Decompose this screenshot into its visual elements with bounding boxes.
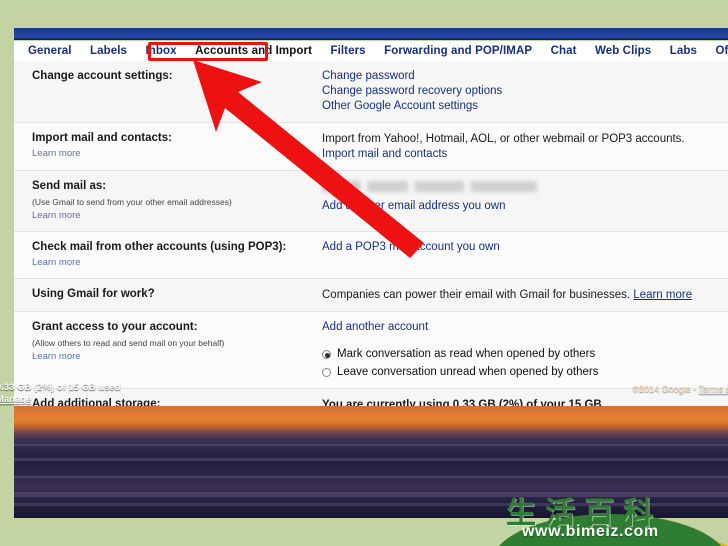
row-label-column: Send mail as: (Use Gmail to send from yo… (32, 179, 322, 223)
settings-tab-bar[interactable]: General Labels Inbox Accounts and Import… (14, 41, 728, 61)
other-google-account-settings-link[interactable]: Other Google Account settings (322, 99, 716, 114)
row-import-mail-and-contacts: Import mail and contacts: Learn more Imp… (14, 123, 728, 171)
row-value-column: Add another account Mark conversation as… (322, 320, 716, 380)
tab-chat[interactable]: Chat (551, 41, 577, 61)
row-change-account-settings: Change account settings: Change password… (14, 61, 728, 123)
check-mail-label: Check mail from other accounts (using PO… (32, 241, 287, 253)
row-value-column: Companies can power their email with Gma… (322, 287, 716, 303)
browser-chrome-bar (14, 28, 728, 40)
row-send-mail-as: Send mail as: (Use Gmail to send from yo… (14, 171, 728, 232)
footer-copyright-text: ©2014 Google - (632, 384, 699, 394)
import-mail-and-contacts-link[interactable]: Import mail and contacts (322, 147, 716, 162)
row-value-column: Add a POP3 mail account you own (322, 240, 716, 270)
radio-option-mark-read[interactable]: Mark conversation as read when opened by… (322, 346, 716, 362)
row-check-mail-pop3: Check mail from other accounts (using PO… (14, 232, 728, 279)
add-another-email-address-link[interactable]: Add another email address you own (322, 199, 716, 214)
tab-labs[interactable]: Labs (670, 41, 697, 61)
tab-inbox[interactable]: Inbox (145, 41, 176, 61)
tab-accounts-and-import[interactable]: Accounts and Import (195, 41, 312, 61)
tab-labels[interactable]: Labels (90, 41, 127, 61)
row-value-column: You are currently using 0.33 GB (2%) of … (322, 397, 716, 406)
footer-storage-status: 0.33 GB (2%) of 15 GB used Manage (0, 382, 121, 406)
radio-button-icon-selected[interactable] (322, 349, 331, 359)
import-mail-learn-more-link[interactable]: Learn more (32, 146, 314, 161)
settings-content: Change account settings: Change password… (14, 61, 728, 406)
row-value-column: Import from Yahoo!, Hotmail, AOL, or oth… (322, 131, 716, 162)
watermark-url-text: www.bimeiz.com (522, 523, 659, 540)
check-mail-learn-more-link[interactable]: Learn more (32, 255, 314, 270)
gmail-for-work-label: Using Gmail for work? (32, 288, 155, 300)
row-label-column: Grant access to your account: (Allow oth… (32, 320, 322, 380)
tab-web-clips[interactable]: Web Clips (595, 41, 651, 61)
footer-terms-link[interactable]: Terms & P (698, 384, 728, 394)
grant-access-learn-more-link[interactable]: Learn more (32, 349, 314, 364)
grant-access-label: Grant access to your account: (32, 321, 198, 333)
footer-manage-link[interactable]: Manage (0, 394, 121, 406)
site-watermark: 生活百科 www.bimeiz.com (492, 490, 728, 546)
row-label-column: Check mail from other accounts (using PO… (32, 240, 322, 270)
tab-filters[interactable]: Filters (330, 41, 365, 61)
change-password-link[interactable]: Change password (322, 69, 716, 84)
row-add-additional-storage: Add additional storage: You are currentl… (14, 389, 728, 406)
tab-forwarding-and-pop-imap[interactable]: Forwarding and POP/IMAP (384, 41, 532, 61)
row-label-column: Change account settings: (32, 69, 322, 114)
import-mail-label: Import mail and contacts: (32, 132, 172, 144)
footer-copyright: ©2014 Google - Terms & P (632, 383, 728, 395)
radio-option-leave-unread[interactable]: Leave conversation unread when opened by… (322, 364, 716, 380)
grant-access-note: (Allow others to read and send mail on y… (32, 338, 225, 348)
gmail-for-work-description-wrapper: Companies can power their email with Gma… (322, 287, 716, 303)
gmail-for-work-learn-more-link[interactable]: Learn more (633, 289, 692, 301)
send-mail-as-address-redacted (322, 181, 537, 192)
send-mail-as-learn-more-link[interactable]: Learn more (32, 208, 314, 223)
send-mail-as-label: Send mail as: (32, 180, 107, 192)
tab-offline[interactable]: Offline (715, 41, 728, 61)
send-mail-as-note: (Use Gmail to send from your other email… (32, 197, 232, 207)
change-account-settings-label: Change account settings: (32, 70, 173, 82)
gmail-for-work-description: Companies can power their email with Gma… (322, 289, 631, 301)
footer-usage-text: 0.33 GB (2%) of 15 GB used (0, 382, 121, 393)
row-value-column: Change password Change password recovery… (322, 69, 716, 114)
radio-label-leave-unread: Leave conversation unread when opened by… (337, 366, 599, 378)
row-grant-access: Grant access to your account: (Allow oth… (14, 312, 728, 389)
row-label-column: Using Gmail for work? (32, 287, 322, 303)
radio-button-icon-unselected[interactable] (322, 367, 331, 377)
import-mail-description: Import from Yahoo!, Hotmail, AOL, or oth… (322, 133, 685, 145)
tab-general[interactable]: General (28, 41, 72, 61)
row-value-column: Add another email address you own (322, 179, 716, 223)
row-gmail-for-work: Using Gmail for work? Companies can powe… (14, 279, 728, 312)
storage-usage-text: You are currently using 0.33 GB (2%) of … (322, 399, 605, 406)
add-another-account-link[interactable]: Add another account (322, 320, 716, 335)
change-password-recovery-link[interactable]: Change password recovery options (322, 84, 716, 99)
browser-page: General Labels Inbox Accounts and Import… (14, 28, 728, 518)
row-label-column: Import mail and contacts: Learn more (32, 131, 322, 162)
radio-label-mark-read: Mark conversation as read when opened by… (337, 348, 596, 360)
add-pop3-mail-account-link[interactable]: Add a POP3 mail account you own (322, 240, 716, 255)
